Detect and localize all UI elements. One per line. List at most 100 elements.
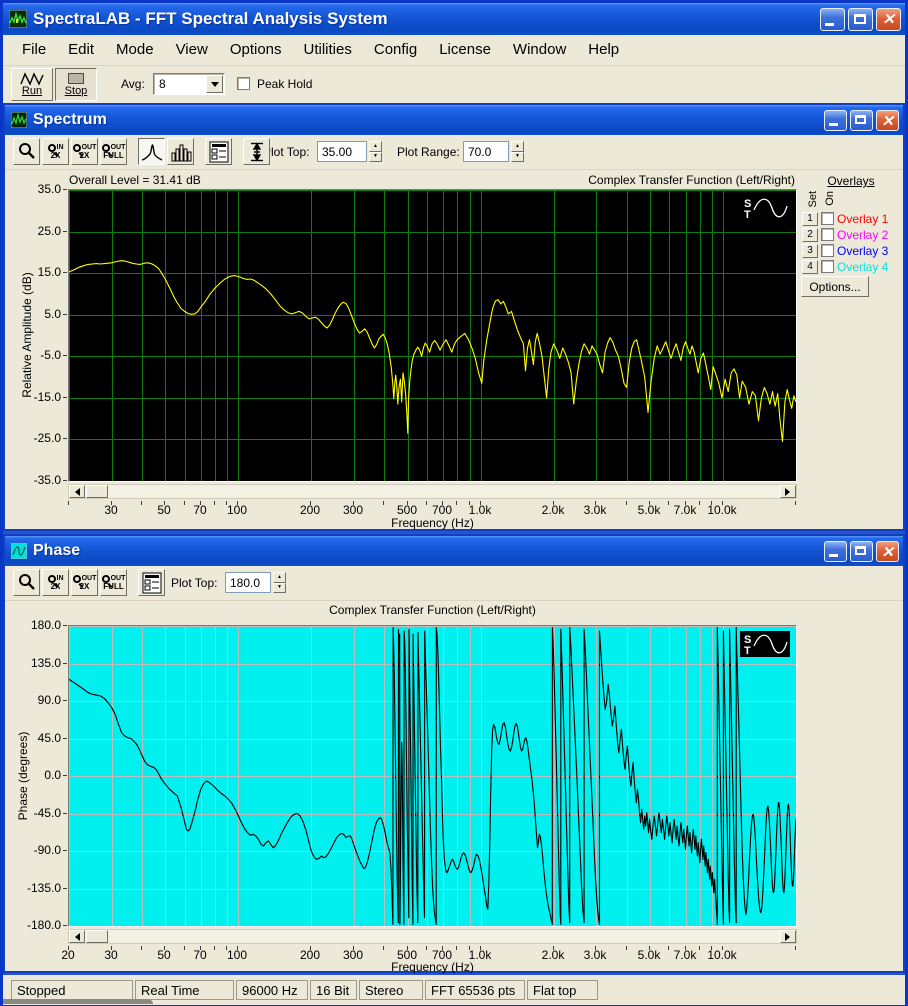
- menu-item-mode[interactable]: Mode: [105, 35, 165, 65]
- menu-item-view[interactable]: View: [165, 35, 219, 65]
- overlays-options-button[interactable]: Options...: [801, 276, 869, 297]
- spectrum-titlebar[interactable]: Spectrum ✕: [5, 105, 903, 135]
- spin-up-icon[interactable]: ▲: [273, 572, 286, 583]
- y-tick-label: -90.0: [33, 843, 61, 857]
- spectrum-bar-display-button[interactable]: [167, 138, 194, 165]
- spectrum-zoom-button[interactable]: [13, 138, 40, 165]
- y-tick-label: 15.0: [37, 265, 61, 280]
- overlay-label-3: Overlay 3: [837, 243, 889, 258]
- menu-item-file[interactable]: File: [11, 35, 57, 65]
- overlay-checkbox-2[interactable]: [821, 228, 834, 241]
- overlay-set-button-1[interactable]: 1: [802, 211, 818, 226]
- peak-hold-checkbox[interactable]: [237, 77, 250, 90]
- spin-down-icon[interactable]: ▼: [369, 151, 382, 162]
- spin-down-icon[interactable]: ▼: [511, 151, 524, 162]
- dropdown-arrow-button[interactable]: [206, 75, 223, 93]
- spectrum-plot-title: Complex Transfer Function (Left/Right): [588, 173, 795, 187]
- overlay-set-button-4[interactable]: 4: [802, 259, 818, 274]
- overlays-heading[interactable]: Overlays: [799, 174, 903, 188]
- spin-up-icon[interactable]: ▲: [511, 141, 524, 152]
- phase-maximize-button[interactable]: [850, 540, 873, 562]
- phase-zoom-out-2x-button[interactable]: OUT 2X: [71, 569, 98, 596]
- plot-top-spinner[interactable]: ▲ ▼: [369, 141, 382, 162]
- x-tick-label: 100: [226, 503, 248, 517]
- plot-top-spinner[interactable]: ▲ ▼: [273, 572, 286, 593]
- scroll-right-arrow[interactable]: [780, 930, 796, 943]
- app-titlebar[interactable]: SpectraLAB - FFT Spectral Analysis Syste…: [3, 3, 905, 35]
- phase-plot-area[interactable]: ST: [68, 625, 797, 927]
- phase-zoom-in-2x-button[interactable]: IN 2X: [42, 569, 69, 596]
- stop-button[interactable]: Stop: [55, 68, 97, 101]
- avg-label: Avg:: [121, 77, 145, 91]
- status-field-4: Stereo: [359, 980, 423, 1000]
- spectrum-vertical-scale-button[interactable]: [243, 138, 270, 165]
- y-tick-label: -15.0: [33, 389, 61, 404]
- phase-close-button[interactable]: ✕: [876, 540, 899, 562]
- overlay-checkbox-3[interactable]: [821, 244, 834, 257]
- overlay-set-button-3[interactable]: 3: [802, 243, 818, 258]
- spin-up-icon[interactable]: ▲: [369, 141, 382, 152]
- menu-item-window[interactable]: Window: [502, 35, 577, 65]
- x-tick-label: 500: [396, 503, 418, 517]
- stop-icon: [68, 72, 84, 84]
- menu-item-help[interactable]: Help: [577, 35, 630, 65]
- scroll-thumb[interactable]: [86, 930, 108, 943]
- phase-display-options-button[interactable]: [138, 569, 165, 596]
- status-field-6: Flat top: [527, 980, 598, 1000]
- phase-zoom-button[interactable]: [13, 569, 40, 596]
- magnifier-icon: [101, 143, 110, 152]
- overlay-row-3: 3 Overlay 3: [802, 243, 888, 258]
- y-tick-label: 90.0: [37, 693, 61, 707]
- plot-top-input[interactable]: [225, 572, 271, 593]
- svg-text:T: T: [744, 645, 751, 657]
- magnifier-icon: [72, 143, 81, 152]
- menu-item-options[interactable]: Options: [219, 35, 293, 65]
- plot-top-input[interactable]: [317, 141, 367, 162]
- overlay-checkbox-4[interactable]: [821, 260, 834, 273]
- menu-item-license[interactable]: License: [428, 35, 502, 65]
- phase-titlebar[interactable]: Phase ✕: [5, 536, 903, 566]
- y-tick-label: 25.0: [37, 223, 61, 238]
- close-button[interactable]: ✕: [876, 7, 901, 31]
- spectrum-peak-curve-button[interactable]: [138, 138, 165, 165]
- menu-bar: File Edit Mode View Options Utilities Config Li…: [3, 35, 905, 66]
- status-field-5: FFT 65536 pts: [425, 980, 525, 1000]
- scroll-thumb[interactable]: [86, 485, 108, 498]
- overlay-label-1: Overlay 1: [837, 211, 889, 226]
- menu-item-edit[interactable]: Edit: [57, 35, 105, 65]
- plot-range-input[interactable]: [463, 141, 509, 162]
- scroll-left-arrow[interactable]: [69, 930, 85, 943]
- phase-plot-panel: Complex Transfer Function (Left/Right) 1…: [5, 601, 903, 974]
- spectrum-y-axis: 35.0 25.0 15.0 5.0 -5.0 -15.0 -25.0 -35.0: [5, 170, 67, 529]
- plot-range-spinner[interactable]: ▲ ▼: [511, 141, 524, 162]
- spectrum-zoom-in-2x-button[interactable]: IN 2X: [42, 138, 69, 165]
- plot-range-label: Plot Range:: [397, 145, 460, 159]
- spectrum-h-scrollbar[interactable]: [68, 484, 797, 499]
- minimize-button[interactable]: [820, 7, 845, 31]
- spectrum-display-options-button[interactable]: [205, 138, 232, 165]
- maximize-button[interactable]: [848, 7, 873, 31]
- phase-y-axis-title: Phase (degrees): [16, 731, 30, 821]
- phase-x-axis-title: Frequency (Hz): [391, 960, 474, 974]
- phase-minimize-button[interactable]: [824, 540, 847, 562]
- spectrum-minimize-button[interactable]: [824, 109, 847, 131]
- scroll-left-arrow[interactable]: [69, 485, 85, 498]
- menu-item-utilities[interactable]: Utilities: [293, 35, 363, 65]
- overlay-checkbox-1[interactable]: [821, 212, 834, 225]
- spectrum-zoom-out-2x-button[interactable]: OUT 2X: [71, 138, 98, 165]
- spectrum-maximize-button[interactable]: [850, 109, 873, 131]
- x-tick-label: 700: [431, 503, 453, 517]
- phase-zoom-out-full-button[interactable]: OUT FULL: [100, 569, 127, 596]
- menu-item-config[interactable]: Config: [363, 35, 428, 65]
- overlays-on-label: On: [824, 191, 836, 206]
- overlay-row-4: 4 Overlay 4: [802, 259, 888, 274]
- scroll-right-arrow[interactable]: [780, 485, 796, 498]
- avg-dropdown[interactable]: 8: [153, 73, 225, 95]
- spectrum-close-button[interactable]: ✕: [876, 109, 899, 131]
- phase-h-scrollbar[interactable]: [68, 929, 797, 944]
- spectrum-zoom-out-full-button[interactable]: OUT FULL: [100, 138, 127, 165]
- spectrum-plot-area[interactable]: ST: [68, 189, 797, 482]
- spin-down-icon[interactable]: ▼: [273, 582, 286, 593]
- overlay-set-button-2[interactable]: 2: [802, 227, 818, 242]
- run-button[interactable]: Run: [11, 68, 53, 101]
